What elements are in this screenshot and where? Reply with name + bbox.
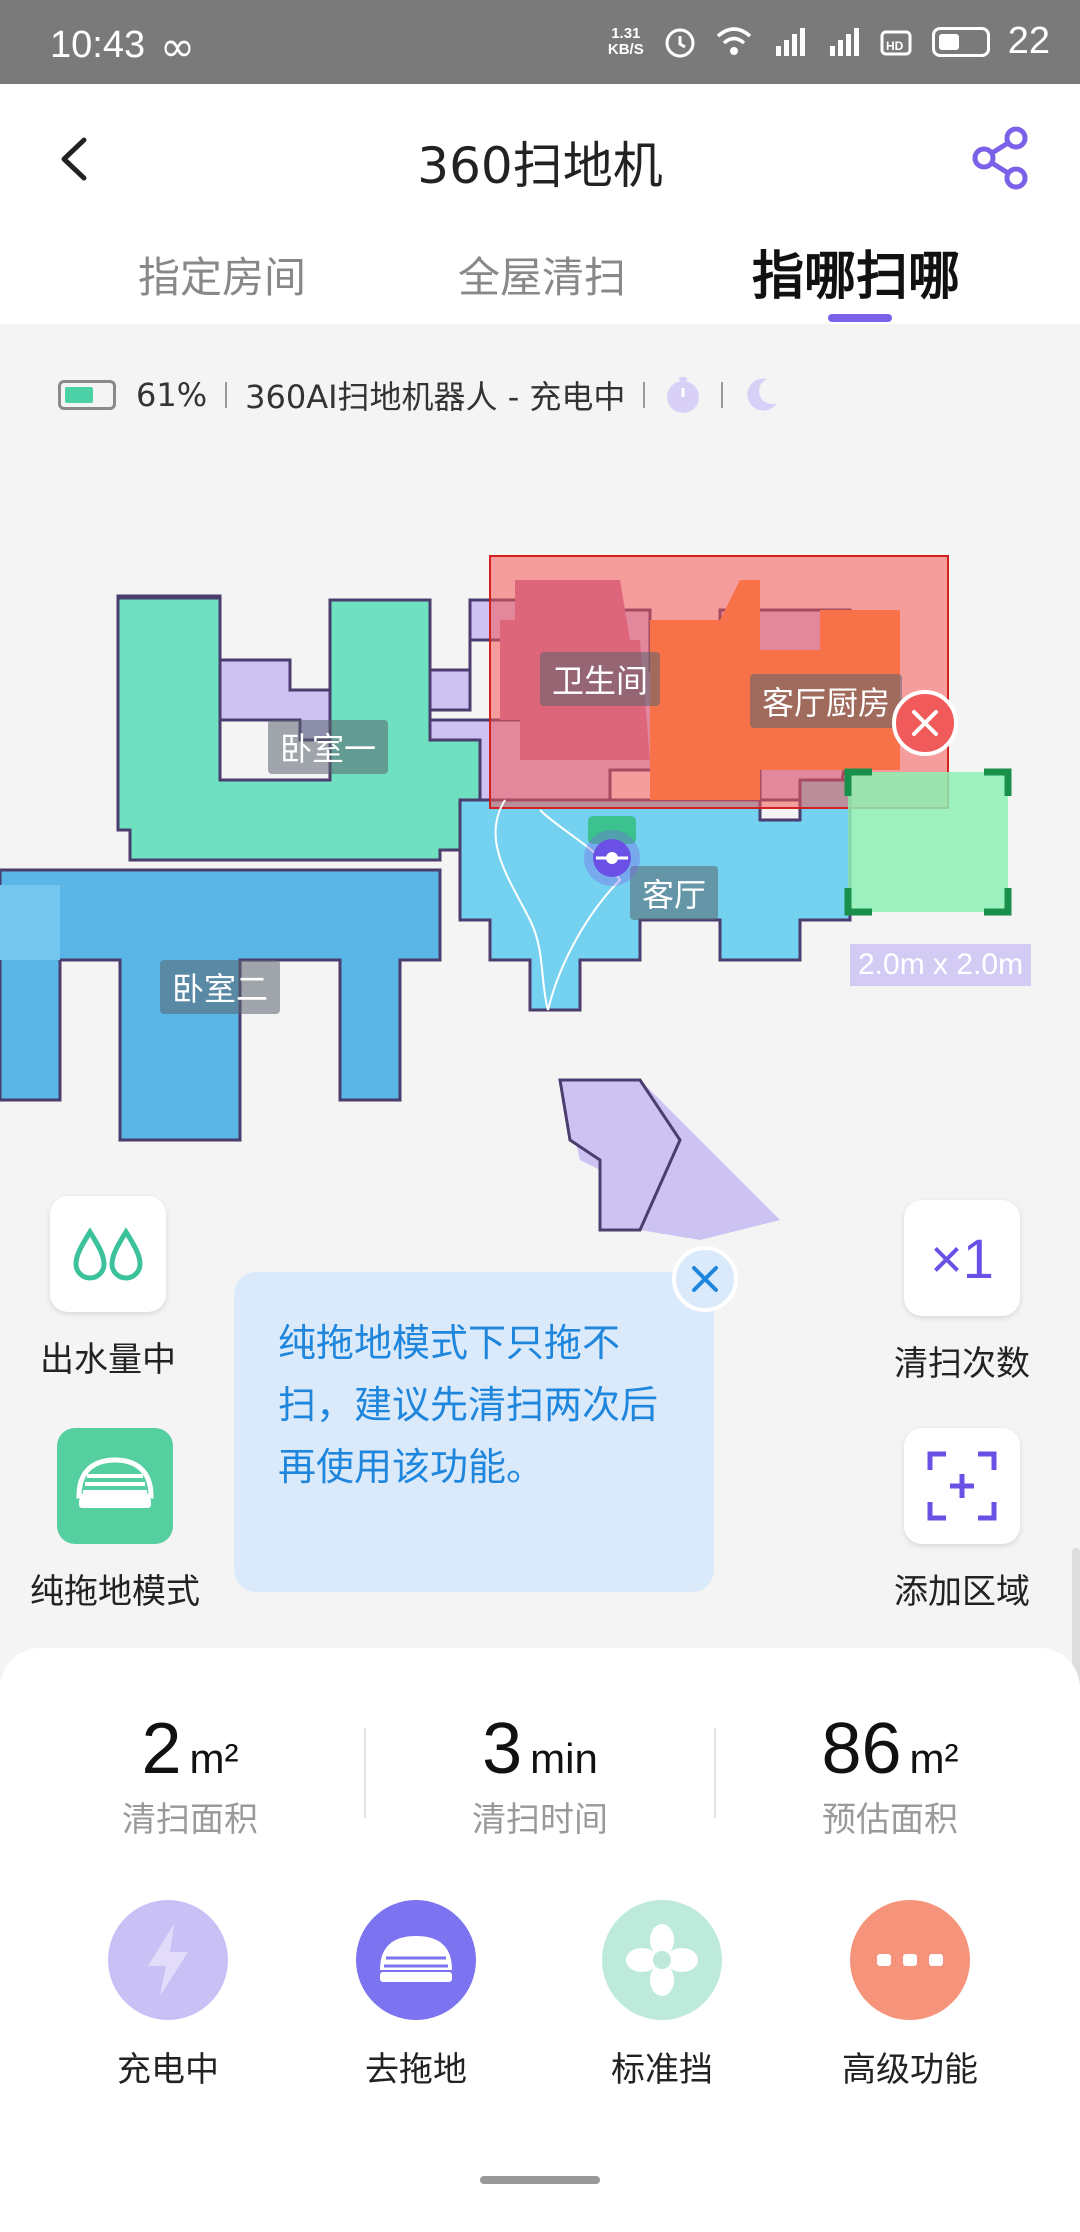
mop-mode-button[interactable]	[57, 1428, 173, 1544]
tab-whole-house[interactable]: 全屋清扫	[458, 244, 626, 305]
status-time: 10:43	[50, 24, 146, 66]
room-label-living-room[interactable]: 客厅	[630, 866, 719, 920]
water-level-button[interactable]	[50, 1196, 166, 1312]
remove-zone-button[interactable]	[892, 690, 958, 756]
tooltip-text: 纯拖地模式下只拖不扫，建议先清扫两次后再使用该功能。	[278, 1321, 659, 1489]
net-speed-value: 1.31	[611, 24, 641, 42]
zone-size-label: 2.0m x 2.0m	[850, 944, 1032, 986]
stat-clean-time: 3 min 清扫时间	[390, 1708, 690, 1841]
room-label-bedroom-2[interactable]: 卧室二	[160, 960, 281, 1014]
go-mop-label: 去拖地	[365, 2050, 467, 2090]
active-tab-indicator	[828, 314, 892, 322]
water-drops-icon	[73, 1227, 143, 1281]
net-speed: 1.31 KB/S	[607, 24, 644, 58]
stat-clean-area: 2 m² 清扫面积	[40, 1708, 340, 1841]
stat-label: 预估面积	[822, 1800, 958, 1840]
cleaning-map[interactable]: 卫生间 客厅厨房 卧室一 客厅 卧室二 2.0m x 2.0m	[0, 540, 1080, 1240]
add-area-icon	[927, 1451, 997, 1521]
tab-assigned-room[interactable]: 指定房间	[138, 244, 306, 305]
divider	[364, 1728, 366, 1818]
timer-icon[interactable]	[663, 375, 703, 415]
signal-4g-icon-2	[829, 27, 859, 56]
clean-times-value: ×1	[930, 1226, 994, 1290]
stat-value: 2	[141, 1709, 182, 1789]
advanced-features-button[interactable]: 高级功能	[820, 1900, 1000, 2091]
charging-label: 充电中	[117, 2050, 219, 2090]
charging-circle[interactable]	[108, 1900, 228, 2020]
floor-map-drawing	[0, 555, 1012, 1240]
device-status-text: 360AI扫地机器人 - 充电中	[245, 378, 626, 416]
hd-call-icon: HD	[880, 30, 912, 55]
device-battery-icon	[58, 380, 116, 410]
advanced-features-circle[interactable]	[850, 1900, 970, 2020]
mop-icon	[76, 1457, 154, 1508]
stat-unit: m²	[909, 1735, 959, 1782]
clean-times-button[interactable]: ×1	[904, 1200, 1020, 1316]
divider	[643, 382, 646, 408]
stat-value: 86	[821, 1709, 902, 1789]
suction-level-circle[interactable]	[602, 1900, 722, 2020]
close-icon	[912, 710, 938, 736]
more-dots-icon	[877, 1954, 943, 1966]
status-battery-level: 22	[1007, 20, 1050, 62]
charging-button[interactable]: 充电中	[78, 1900, 258, 2091]
advanced-features-label: 高级功能	[842, 2050, 978, 2090]
water-level-label: 出水量中	[40, 1340, 176, 1380]
mop-mode-control[interactable]: 纯拖地模式	[20, 1428, 210, 1613]
divider	[714, 1728, 716, 1818]
robot-position-icon	[584, 830, 640, 886]
clean-times-label: 清扫次数	[894, 1344, 1030, 1384]
fan-icon	[626, 1924, 698, 1996]
close-icon	[692, 1266, 718, 1292]
stat-unit: m²	[189, 1735, 239, 1782]
mop-mode-label: 纯拖地模式	[30, 1572, 200, 1612]
suction-level-button[interactable]: 标准挡	[572, 1900, 752, 2091]
lightning-icon	[148, 1924, 188, 1996]
go-mop-circle[interactable]	[356, 1900, 476, 2020]
wifi-icon	[716, 26, 751, 55]
add-area-label: 添加区域	[894, 1572, 1030, 1612]
infinity-icon: ∞	[160, 22, 195, 71]
status-battery-icon	[931, 26, 990, 57]
alarm-icon	[665, 28, 695, 57]
svg-text:HD: HD	[886, 39, 904, 53]
tooltip-close-button[interactable]	[672, 1246, 738, 1312]
device-status-line: 61% 360AI扫地机器人 - 充电中	[58, 372, 781, 418]
water-level-control[interactable]: 出水量中	[20, 1196, 196, 1381]
room-label-living-kitchen[interactable]: 客厅厨房	[750, 674, 903, 728]
device-battery-percent: 61%	[136, 376, 208, 414]
net-speed-unit: KB/S	[607, 40, 644, 58]
room-label-bathroom[interactable]: 卫生间	[540, 652, 661, 706]
room-label-bedroom-1[interactable]: 卧室一	[268, 720, 389, 774]
share-icon[interactable]	[970, 126, 1030, 190]
stat-label: 清扫面积	[122, 1800, 258, 1840]
suction-level-label: 标准挡	[611, 2050, 713, 2090]
dnd-moon-icon[interactable]	[741, 375, 781, 415]
add-area-button[interactable]	[904, 1428, 1020, 1544]
app-header: 360扫地机 指定房间 全屋清扫 指哪扫哪	[0, 84, 1080, 324]
tab-spot-clean[interactable]: 指哪扫哪	[752, 234, 960, 309]
divider	[225, 382, 228, 408]
go-mop-button[interactable]: 去拖地	[326, 1900, 506, 2091]
stat-value: 3	[482, 1709, 523, 1789]
divider	[721, 382, 724, 408]
signal-4g-icon	[775, 27, 805, 56]
stat-estimated-area: 86 m² 预估面积	[740, 1708, 1040, 1841]
stat-unit: min	[530, 1735, 598, 1782]
status-bar: 10:43 ∞ 1.31 KB/S HD 22	[0, 0, 1080, 84]
clean-times-control[interactable]: ×1 清扫次数	[882, 1200, 1042, 1385]
add-area-control[interactable]: 添加区域	[882, 1428, 1042, 1613]
bottom-panel: 2m² 清扫面积 3min 清扫时间 86m² 预估面积 充电中 去拖地	[0, 1648, 1080, 2232]
stat-label: 清扫时间	[472, 1800, 608, 1840]
mop-icon	[380, 1936, 452, 1982]
mode-tabs: 指定房间 全屋清扫 指哪扫哪	[0, 234, 1080, 324]
mop-mode-tooltip: 纯拖地模式下只拖不扫，建议先清扫两次后再使用该功能。	[234, 1272, 714, 1592]
page-title: 360扫地机	[417, 137, 663, 195]
home-indicator[interactable]	[480, 2176, 600, 2184]
